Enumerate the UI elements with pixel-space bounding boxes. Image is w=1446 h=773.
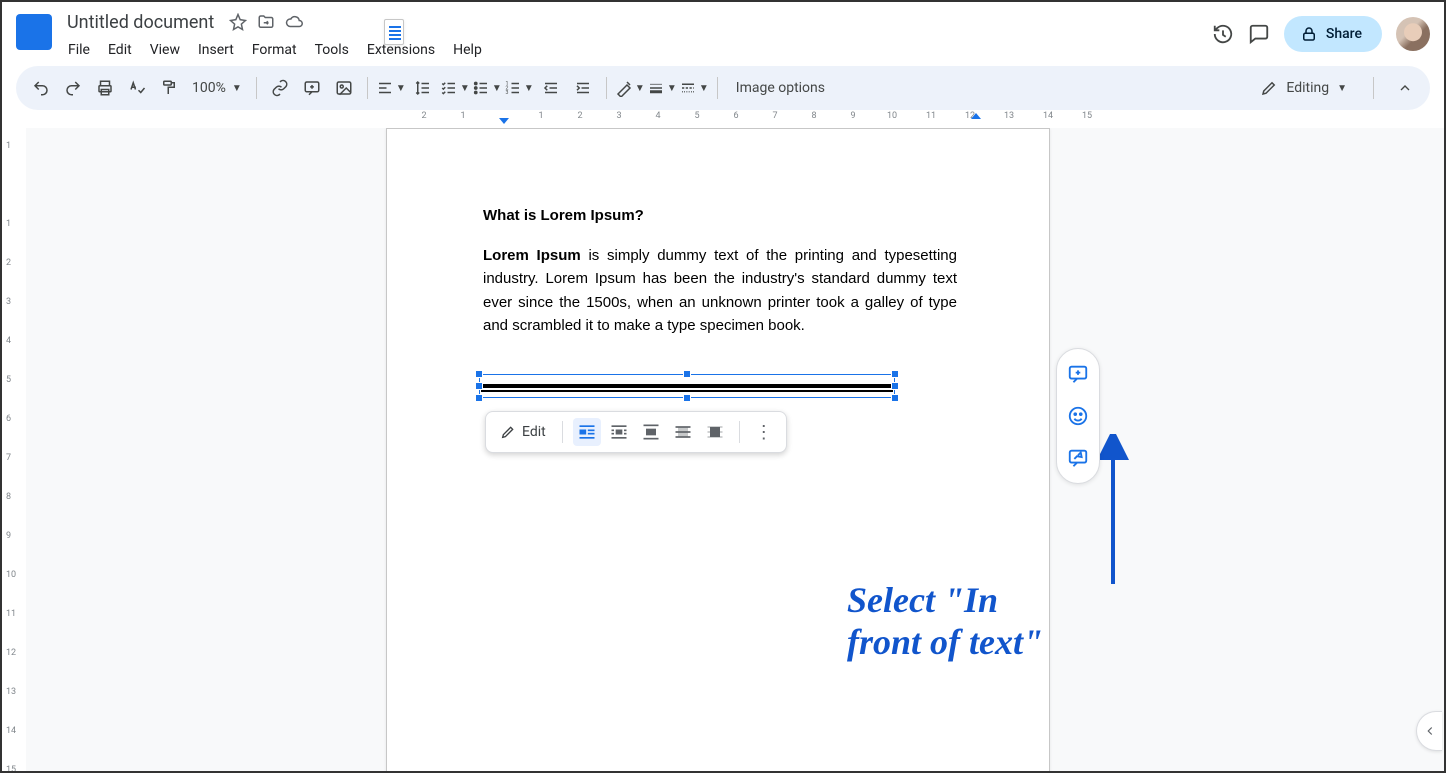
collapse-toolbar-button[interactable] [1390,73,1420,103]
separator [1373,77,1374,99]
toolbar: 100% ▼ ▼ ▼ ▼ 123▼ ▼ ▼ ▼ Image options Ed… [16,66,1430,110]
checklist-button[interactable]: ▼ [440,73,470,103]
menu-bar: File Edit View Insert Format Tools Exten… [60,36,1212,64]
document-page[interactable]: What is Lorem Ipsum? Lorem Ipsum is simp… [386,128,1050,771]
resize-handle[interactable] [891,394,899,402]
separator [256,77,257,99]
cloud-saved-icon[interactable] [285,13,303,31]
history-icon[interactable] [1212,23,1234,45]
menu-insert[interactable]: Insert [190,38,242,62]
spellcheck-button[interactable] [122,73,152,103]
body-text[interactable]: Lorem Ipsum is simply dummy text of the … [483,244,957,337]
insert-image-button[interactable] [329,73,359,103]
align-button[interactable]: ▼ [376,73,406,103]
paint-format-button[interactable] [154,73,184,103]
resize-handle[interactable] [891,382,899,390]
annotation-text: Select "In front of text" [847,579,1049,663]
line-spacing-button[interactable] [408,73,438,103]
avatar[interactable] [1396,17,1430,51]
add-comment-rail-button[interactable] [1061,357,1095,391]
suggest-edits-rail-button[interactable] [1061,441,1095,475]
comments-icon[interactable] [1248,23,1270,45]
bulleted-list-button[interactable]: ▼ [472,73,502,103]
separator [739,421,740,443]
svg-text:3: 3 [505,90,508,96]
menu-edit[interactable]: Edit [100,38,140,62]
star-icon[interactable] [229,13,247,31]
image-options-button[interactable]: Image options [726,80,835,96]
chevron-down-icon: ▼ [524,83,534,94]
wrap-behind-text-button[interactable] [669,418,697,446]
edit-label: Edit [522,424,546,440]
menu-format[interactable]: Format [244,38,305,62]
resize-handle[interactable] [683,394,691,402]
body-bold-lead: Lorem Ipsum [483,247,581,264]
border-weight-button[interactable]: ▼ [647,73,677,103]
more-options-button[interactable]: ⋮ [750,422,778,443]
pencil-icon [1260,79,1278,97]
indent-handle-icon[interactable] [499,118,509,124]
wrap-text-button[interactable] [605,418,633,446]
chevron-down-icon: ▼ [1337,83,1347,94]
editing-mode-button[interactable]: Editing ▼ [1250,79,1357,97]
insert-link-button[interactable] [265,73,295,103]
numbered-list-button[interactable]: 123▼ [504,73,534,103]
border-dash-button[interactable]: ▼ [679,73,709,103]
pencil-icon [500,424,516,440]
separator [367,77,368,99]
add-comment-button[interactable] [297,73,327,103]
wrap-in-front-of-text-button[interactable] [701,418,729,446]
share-label: Share [1326,26,1362,42]
chevron-down-icon: ▼ [635,83,645,94]
chevron-down-icon: ▼ [667,83,677,94]
chevron-down-icon: ▼ [699,83,709,94]
editing-label: Editing [1286,80,1329,96]
indent-handle-icon[interactable] [971,113,981,119]
resize-handle[interactable] [683,370,691,378]
image-wrap-toolbar: Edit ⋮ [485,411,787,453]
lock-icon [1300,25,1318,43]
border-color-button[interactable]: ▼ [615,73,645,103]
wrap-inline-button[interactable] [573,418,601,446]
edit-drawing-button[interactable]: Edit [494,424,552,440]
chevron-down-icon: ▼ [492,83,502,94]
chevron-down-icon: ▼ [460,83,470,94]
chevron-down-icon: ▼ [232,83,242,94]
separator [562,421,563,443]
menu-help[interactable]: Help [445,38,490,62]
menu-file[interactable]: File [60,38,98,62]
docs-logo[interactable] [16,14,52,50]
increase-indent-button[interactable] [568,73,598,103]
chevron-down-icon: ▼ [396,83,406,94]
separator [606,77,607,99]
print-button[interactable] [90,73,120,103]
document-canvas[interactable]: What is Lorem Ipsum? Lorem Ipsum is simp… [26,128,1444,771]
decrease-indent-button[interactable] [536,73,566,103]
share-button[interactable]: Share [1284,16,1382,52]
resize-handle[interactable] [475,394,483,402]
horizontal-line-drawing [481,384,893,388]
move-to-folder-icon[interactable] [257,13,275,31]
zoom-value: 100% [192,80,226,96]
comment-rail [1056,348,1100,484]
menu-view[interactable]: View [142,38,188,62]
vertical-ruler[interactable]: 1 1 2 3 4 5 6 7 8 9 10 11 12 13 14 15 [2,128,26,771]
separator [717,77,718,99]
selected-drawing[interactable] [479,374,895,398]
redo-button[interactable] [58,73,88,103]
document-title[interactable]: Untitled document [62,11,219,34]
undo-button[interactable] [26,73,56,103]
horizontal-ruler[interactable]: 2 1 1 2 3 4 5 6 7 8 9 10 11 12 13 14 15 [26,110,1444,128]
wrap-break-text-button[interactable] [637,418,665,446]
add-emoji-rail-button[interactable] [1061,399,1095,433]
heading-text[interactable]: What is Lorem Ipsum? [483,207,957,224]
resize-handle[interactable] [891,370,899,378]
menu-tools[interactable]: Tools [307,38,357,62]
zoom-select[interactable]: 100% ▼ [186,73,248,103]
resize-handle[interactable] [475,370,483,378]
resize-handle[interactable] [475,382,483,390]
